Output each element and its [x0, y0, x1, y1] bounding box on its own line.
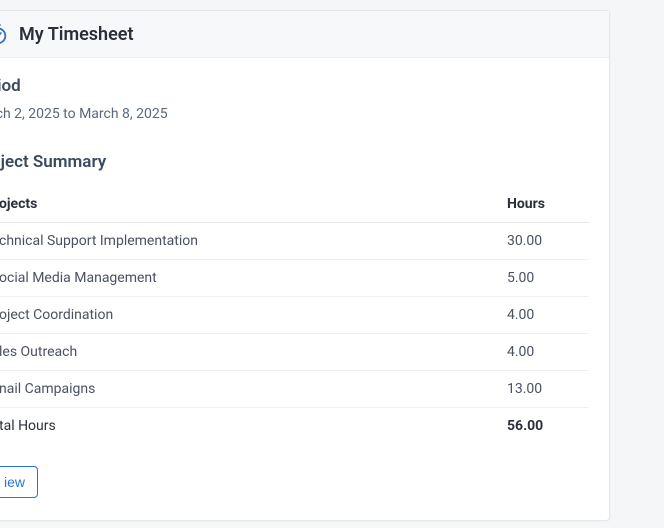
table-row: ocial Media Management 5.00 — [0, 260, 589, 297]
cell-hours: 30.00 — [499, 223, 589, 260]
summary-heading: oject Summary — [0, 152, 589, 172]
timesheet-card: My Timesheet riod rch 2, 2025 to March 8… — [0, 10, 610, 521]
cell-project: chnical Support Implementation — [0, 223, 499, 260]
cell-hours: 5.00 — [499, 260, 589, 297]
cell-hours: 4.00 — [499, 334, 589, 371]
table-row: nail Campaigns 13.00 — [0, 371, 589, 408]
col-hours: Hours — [499, 186, 589, 223]
table-header-row: ojects Hours — [0, 186, 589, 223]
col-projects: ojects — [0, 186, 499, 223]
cell-total-hours: 56.00 — [499, 408, 589, 445]
table-total-row: tal Hours 56.00 — [0, 408, 589, 445]
cell-project: ocial Media Management — [0, 260, 499, 297]
cell-project: nail Campaigns — [0, 371, 499, 408]
period-text: rch 2, 2025 to March 8, 2025 — [0, 106, 589, 122]
stopwatch-icon — [0, 23, 9, 45]
card-header: My Timesheet — [0, 11, 609, 58]
cell-total-label: tal Hours — [0, 408, 499, 445]
cell-project: les Outreach — [0, 334, 499, 371]
period-heading: riod — [0, 76, 589, 96]
page-title: My Timesheet — [19, 24, 134, 45]
table-row: chnical Support Implementation 30.00 — [0, 223, 589, 260]
cell-project: oject Coordination — [0, 297, 499, 334]
view-button[interactable]: iew — [0, 466, 38, 498]
card-body: riod rch 2, 2025 to March 8, 2025 oject … — [0, 58, 609, 520]
table-row: oject Coordination 4.00 — [0, 297, 589, 334]
table-row: les Outreach 4.00 — [0, 334, 589, 371]
cell-hours: 4.00 — [499, 297, 589, 334]
project-summary-table: ojects Hours chnical Support Implementat… — [0, 186, 589, 444]
cell-hours: 13.00 — [499, 371, 589, 408]
